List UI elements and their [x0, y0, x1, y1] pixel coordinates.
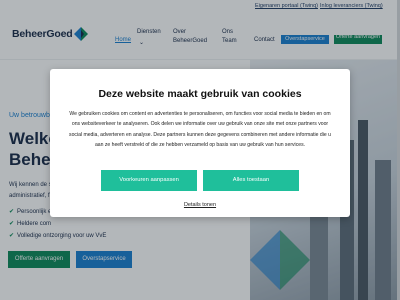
cookie-dialog-title: Deze website maakt gebruik van cookies: [98, 88, 302, 100]
cookie-consent-dialog: Deze website maakt gebruik van cookies W…: [50, 69, 350, 217]
show-details-link[interactable]: Details tonen: [50, 202, 350, 208]
allow-all-button[interactable]: Alles toestaan: [203, 170, 299, 191]
cookie-dialog-text: We gebruiken cookies om content en adver…: [69, 111, 331, 149]
customize-preferences-button[interactable]: Voorkeuren aanpassen: [101, 170, 197, 191]
